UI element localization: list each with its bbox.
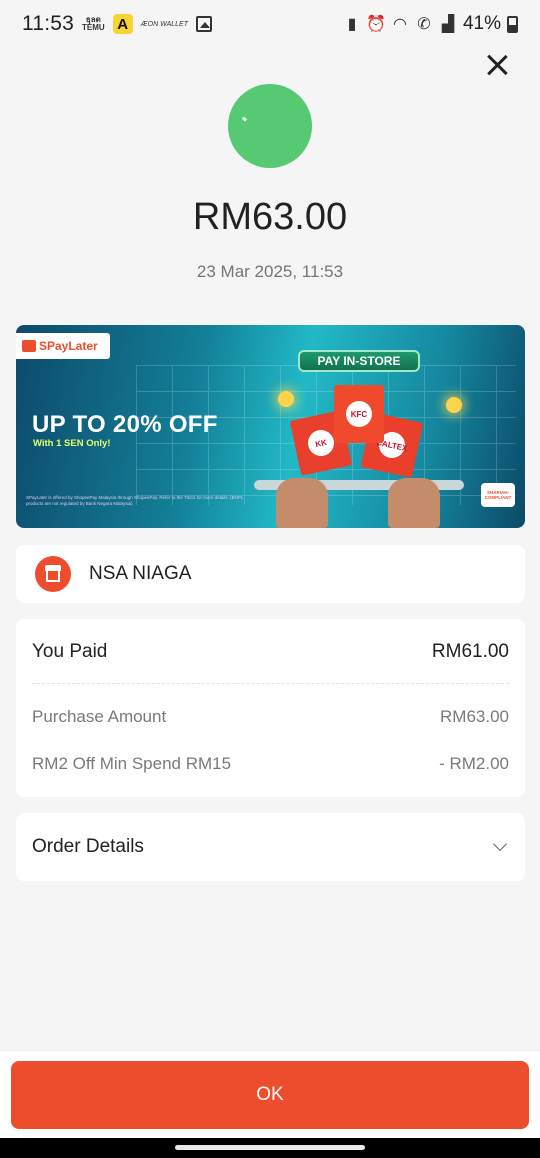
kfc-bag-icon: KFC (334, 385, 384, 443)
spaylater-logo-icon (22, 340, 36, 352)
footer-bar: OK (0, 1050, 540, 1138)
kfc-logo: KFC (346, 401, 372, 427)
banner-headline: UP TO 20% OFF (32, 411, 218, 438)
wifi-calling-icon: ✆ (417, 16, 431, 33)
status-left: 11:53 ธุลด TEMU A ÆON WALLET (22, 12, 212, 36)
alarm-icon: ⏰ (366, 16, 386, 33)
voucher-value: - RM2.00 (439, 754, 509, 773)
merchant-card: NSA NIAGA (16, 545, 525, 603)
home-gesture-handle[interactable] (175, 1145, 365, 1150)
battery-saver-icon: ▮ (347, 16, 357, 33)
pay-in-store-badge: PAY IN-STORE (298, 350, 420, 372)
coin-icon (446, 397, 462, 413)
check-mark-icon (242, 116, 247, 122)
promo-banner[interactable]: SPayLater UP TO 20% OFF With 1 SEN Only!… (16, 325, 525, 528)
a-app-icon: A (112, 14, 133, 34)
banner-disclaimer: SPayLater is offered by ShopeePay Malays… (26, 495, 244, 506)
status-bar: 11:53 ธุลด TEMU A ÆON WALLET ▮ ⏰ ◠ ✆ ▟ 4… (0, 0, 540, 48)
merchant-name: NSA NIAGA (89, 563, 192, 584)
purchase-amount-value: RM63.00 (440, 707, 509, 726)
kk-logo: KK (305, 427, 337, 459)
close-icon[interactable] (484, 52, 510, 78)
you-paid-row: You Paid RM61.00 (32, 641, 509, 663)
gallery-icon (196, 16, 212, 32)
order-details-label: Order Details (32, 836, 144, 857)
aeon-wallet-icon: ÆON WALLET (140, 20, 188, 28)
system-nav-bar (0, 1138, 540, 1158)
you-paid-label: You Paid (32, 641, 108, 662)
battery-icon (507, 15, 518, 33)
wifi-icon: ◠ (392, 16, 407, 33)
purchase-amount-label: Purchase Amount (32, 707, 167, 726)
purchase-amount-row: Purchase Amount RM63.00 (32, 707, 509, 727)
signal-icon: ▟ (441, 16, 455, 33)
chevron-down-icon (492, 836, 508, 852)
payment-amount: RM63.00 (192, 196, 348, 238)
shariah-badge: SHARIAH-COMPLIANT (481, 483, 515, 507)
temu-icon: ธุลด TEMU (82, 16, 105, 32)
coin-icon (278, 391, 294, 407)
status-time: 11:53 (22, 12, 74, 35)
ok-button[interactable]: OK (11, 1061, 529, 1129)
payment-datetime: 23 Mar 2025, 11:53 (196, 262, 344, 281)
banner-subline: With 1 SEN Only! (33, 438, 111, 449)
spaylater-label: SPayLater (39, 339, 98, 353)
temu-icon-line2: TEMU (82, 23, 105, 32)
dashed-divider (32, 683, 509, 684)
hand-left (276, 478, 328, 528)
battery-percent: 41% (462, 13, 501, 34)
spaylater-tag: SPayLater (16, 333, 110, 359)
hand-right (388, 478, 440, 528)
shop-icon (35, 556, 71, 592)
voucher-label: RM2 Off Min Spend RM15 (32, 754, 232, 773)
payment-success-icon (228, 84, 312, 168)
payment-breakdown-card: You Paid RM61.00 Purchase Amount RM63.00… (16, 619, 525, 797)
voucher-row: RM2 Off Min Spend RM15 - RM2.00 (32, 754, 509, 774)
you-paid-value: RM61.00 (431, 641, 509, 662)
status-right: ▮ ⏰ ◠ ✆ ▟ 41% (343, 13, 518, 35)
order-details-toggle[interactable]: Order Details (16, 813, 525, 881)
